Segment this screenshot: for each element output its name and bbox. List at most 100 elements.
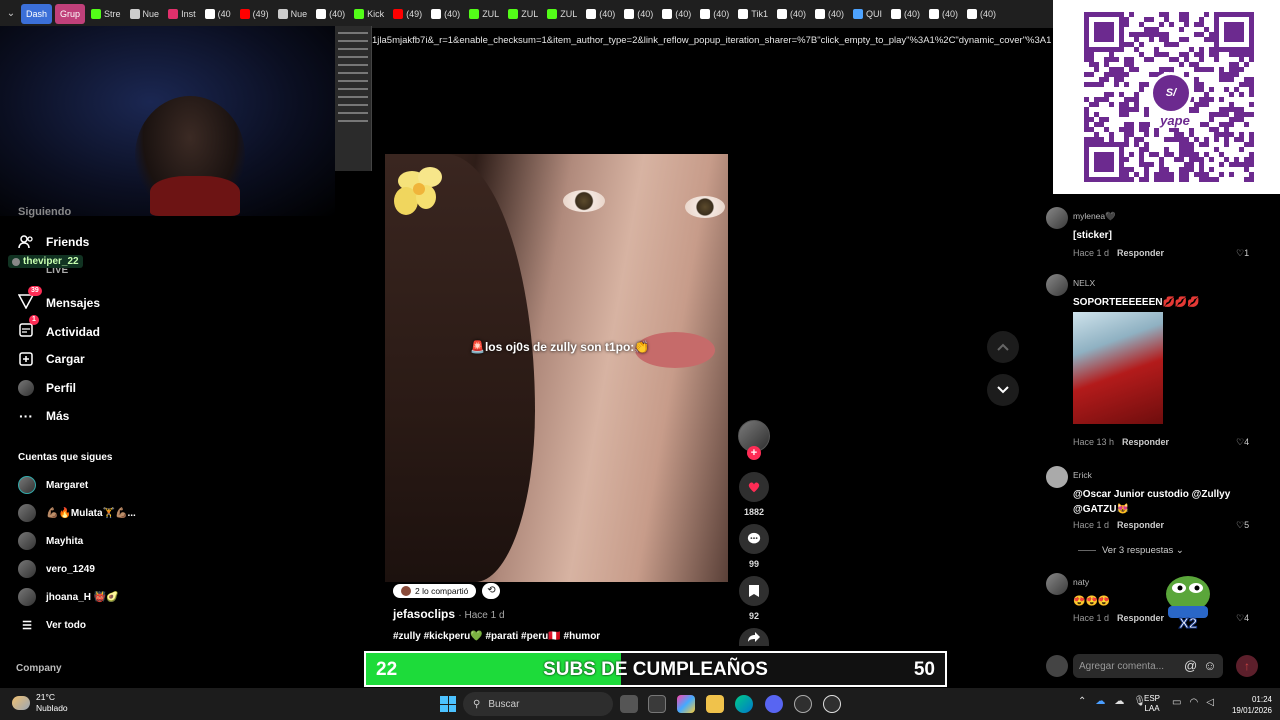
reply-button[interactable]: Responder bbox=[1117, 613, 1164, 623]
previous-video-button[interactable] bbox=[987, 331, 1019, 363]
following-item[interactable]: jhoana_H 👹🥑 bbox=[18, 588, 119, 606]
shared-by-pill[interactable]: 2 lo compartió bbox=[393, 584, 477, 598]
address-bar[interactable]: 1jla5mjakfb7i&_r=1&enable_checksum=1&ite… bbox=[372, 30, 1052, 50]
share-button[interactable] bbox=[739, 628, 769, 646]
browser-tab[interactable]: Nue bbox=[127, 4, 163, 24]
comment-text: [sticker] bbox=[1073, 230, 1112, 241]
sidebar-item-following-partial[interactable]: Siguiendo bbox=[18, 206, 71, 218]
next-video-button[interactable] bbox=[987, 374, 1019, 406]
comment-image[interactable] bbox=[1073, 312, 1163, 424]
browser-tab[interactable]: QUI bbox=[850, 4, 885, 24]
browser-tab[interactable]: Inst bbox=[165, 4, 199, 24]
tab-favicon-icon bbox=[204, 9, 215, 19]
browser-tab[interactable]: (40) bbox=[659, 4, 694, 24]
browser-tab[interactable]: Stre bbox=[88, 4, 124, 24]
browser-tab[interactable]: ZUL bbox=[505, 4, 541, 24]
file-explorer-icon[interactable] bbox=[706, 695, 724, 713]
subs-goal: 50 bbox=[913, 659, 935, 680]
tab-list-chevron-icon[interactable]: ⌄ bbox=[4, 7, 18, 21]
sidebar-item-upload[interactable]: Cargar bbox=[18, 351, 85, 367]
browser-tab[interactable]: ZUL bbox=[466, 4, 502, 24]
browser-tab[interactable]: (40) bbox=[774, 4, 809, 24]
avatar[interactable] bbox=[1046, 207, 1068, 229]
browser-tab[interactable]: Grup bbox=[55, 4, 86, 24]
sidebar-item-messages[interactable]: 39 Mensajes bbox=[17, 286, 100, 312]
author-name[interactable]: jefasoclips bbox=[393, 607, 455, 621]
repost-icon[interactable]: ⟲ bbox=[482, 583, 501, 599]
edge-icon[interactable] bbox=[735, 695, 753, 713]
following-item[interactable]: 💪🏽🔥Mulata🏋️💪🏽... bbox=[18, 504, 136, 522]
avatar[interactable] bbox=[1046, 274, 1068, 296]
browser-tab[interactable]: (49) bbox=[390, 4, 425, 24]
comment-button[interactable] bbox=[739, 524, 769, 554]
comment-user[interactable]: naty bbox=[1073, 577, 1089, 587]
like-button[interactable] bbox=[739, 472, 769, 502]
browser-tab[interactable]: (40) bbox=[583, 4, 618, 24]
sidebar-item-friends[interactable]: Friends bbox=[18, 234, 89, 250]
sidebar-item-more[interactable]: ··· Más bbox=[18, 409, 69, 423]
video-player[interactable]: 🚨los oj0s de zully son t1po:👏 bbox=[385, 154, 728, 582]
input-language[interactable]: ESP LAA bbox=[1144, 694, 1160, 714]
comment-user[interactable]: NELX bbox=[1073, 278, 1095, 288]
following-item[interactable]: Margaret bbox=[18, 476, 88, 494]
following-item[interactable]: Mayhita bbox=[18, 532, 83, 550]
emoji-icon[interactable]: ☺ bbox=[1203, 658, 1216, 673]
browser-tab[interactable]: (49) bbox=[237, 4, 272, 24]
follow-plus-icon[interactable]: + bbox=[747, 446, 761, 460]
save-button[interactable] bbox=[739, 576, 769, 606]
discord-icon[interactable] bbox=[765, 695, 783, 713]
browser-tab[interactable]: Dash bbox=[21, 4, 53, 24]
comment-like[interactable]: ♡5 bbox=[1236, 520, 1249, 531]
start-windows-icon[interactable] bbox=[440, 696, 456, 712]
see-all-link[interactable]: ☰ Ver todo bbox=[18, 619, 86, 632]
comment-like[interactable]: ♡4 bbox=[1236, 613, 1249, 624]
browser-tab[interactable]: (40 bbox=[202, 4, 234, 24]
browser-tab[interactable]: (40) bbox=[313, 4, 348, 24]
reply-button[interactable]: Responder bbox=[1122, 437, 1169, 447]
following-item[interactable]: vero_1249 bbox=[18, 560, 95, 578]
reply-button[interactable]: Responder bbox=[1117, 248, 1164, 258]
comment-like[interactable]: ♡1 bbox=[1236, 248, 1249, 259]
copilot-icon[interactable] bbox=[677, 695, 695, 713]
cloud-icon[interactable]: ☁ bbox=[1114, 696, 1124, 707]
sidebar-item-label: Cargar bbox=[46, 352, 85, 366]
browser-tab[interactable]: (40) bbox=[964, 4, 999, 24]
quick-settings[interactable]: ▭ ◠ ◁ bbox=[1172, 697, 1214, 708]
reply-button[interactable]: Responder bbox=[1117, 520, 1164, 530]
taskbar-search[interactable]: ⚲ Buscar bbox=[463, 692, 613, 716]
browser-tab[interactable]: (40) bbox=[812, 4, 847, 24]
video-hashtags[interactable]: #zully #kickperu💚 #parati #peru🇵🇪 #humor bbox=[393, 631, 600, 642]
avatar[interactable] bbox=[1046, 466, 1068, 488]
browser-tab[interactable]: (40) bbox=[621, 4, 656, 24]
avatar[interactable] bbox=[1046, 573, 1068, 595]
obs-icon[interactable] bbox=[823, 695, 841, 713]
browser-tab[interactable]: (40) bbox=[888, 4, 923, 24]
browser-tab[interactable]: (40) bbox=[697, 4, 732, 24]
comment-text: @Oscar Junior custodio @Zullyy @GATZU😻 bbox=[1073, 489, 1231, 515]
comment-user[interactable]: Erick bbox=[1073, 470, 1092, 480]
browser-tab[interactable]: (40) bbox=[428, 4, 463, 24]
chevron-up-icon[interactable]: ⌃ bbox=[1078, 696, 1086, 707]
onedrive-icon[interactable]: ☁ bbox=[1095, 696, 1105, 707]
comment-user[interactable]: mylenea🖤 bbox=[1073, 211, 1116, 222]
footer-company-link[interactable]: Company bbox=[16, 663, 62, 674]
browser-tab[interactable]: (40) bbox=[926, 4, 961, 24]
sidebar-item-activity[interactable]: 1 Actividad bbox=[18, 315, 100, 341]
comment-time: Hace 1 d bbox=[1073, 613, 1110, 623]
store-icon[interactable] bbox=[648, 695, 666, 713]
mention-icon[interactable]: @ bbox=[1184, 658, 1197, 673]
system-clock[interactable]: 01:24 19/01/2026 bbox=[1222, 694, 1272, 716]
browser-tab[interactable]: Kick bbox=[351, 4, 387, 24]
comment-like[interactable]: ♡4 bbox=[1236, 437, 1249, 448]
sidebar-item-profile[interactable]: Perfil bbox=[18, 380, 76, 396]
browser-tab[interactable]: ZUL bbox=[544, 4, 580, 24]
browser-tab[interactable]: Nue bbox=[275, 4, 311, 24]
tab-label: (40) bbox=[713, 9, 730, 19]
send-button[interactable]: ↑ bbox=[1236, 655, 1258, 677]
browser-tab[interactable]: Tik1 bbox=[735, 4, 771, 24]
upload-plus-icon bbox=[19, 352, 33, 366]
app-icon[interactable] bbox=[794, 695, 812, 713]
weather-widget[interactable]: 21°C Nublado bbox=[12, 692, 68, 714]
view-replies-button[interactable]: Ver 3 respuestas ⌄ bbox=[1078, 545, 1184, 556]
task-view-icon[interactable] bbox=[620, 695, 638, 713]
